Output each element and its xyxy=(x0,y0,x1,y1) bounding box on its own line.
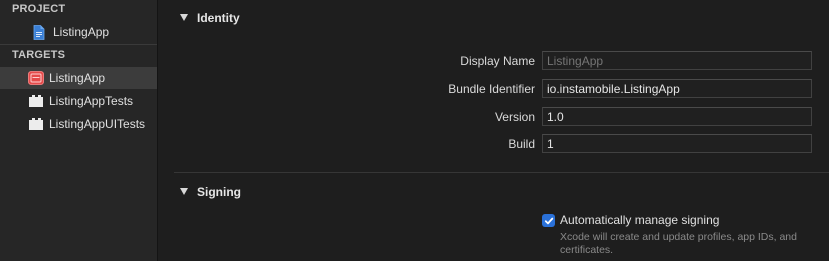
project-file-icon xyxy=(32,25,48,40)
sidebar-item-project[interactable]: ListingApp xyxy=(0,21,157,43)
app-target-icon xyxy=(28,71,44,85)
sidebar-item-listingapptests-label: ListingAppTests xyxy=(49,94,134,108)
build-label: Build xyxy=(508,137,535,151)
targets-sidebar: PROJECT ListingApp TARGETS ListingApp Li… xyxy=(0,0,158,261)
auto-manage-signing-description: Xcode will create and update profiles, a… xyxy=(560,231,797,256)
version-label: Version xyxy=(494,110,535,124)
test-bundle-icon xyxy=(28,94,44,108)
disclosure-triangle-icon[interactable] xyxy=(180,14,188,21)
test-bundle-icon xyxy=(28,117,44,131)
disclosure-triangle-icon[interactable] xyxy=(180,188,188,195)
display-name-label: Display Name xyxy=(460,54,535,68)
signing-section-title: Signing xyxy=(197,185,241,199)
sidebar-item-listingappuitests[interactable]: ListingAppUITests xyxy=(0,113,157,135)
section-divider xyxy=(0,44,157,45)
display-name-field[interactable] xyxy=(542,51,812,70)
build-field[interactable] xyxy=(542,134,812,153)
sidebar-item-project-label: ListingApp xyxy=(53,25,110,39)
sidebar-item-listingapptests[interactable]: ListingAppTests xyxy=(0,90,157,112)
project-section-header: PROJECT xyxy=(12,3,66,15)
sidebar-item-listingapp-label: ListingApp xyxy=(49,71,106,85)
identity-section-title: Identity xyxy=(197,11,240,25)
general-settings-panel: Identity Display Name Bundle Identifier … xyxy=(158,0,829,261)
version-field[interactable] xyxy=(542,107,812,126)
section-separator xyxy=(174,172,829,173)
auto-manage-signing-checkbox[interactable] xyxy=(542,214,555,227)
sidebar-item-listingapp[interactable]: ListingApp xyxy=(0,67,157,89)
sidebar-item-listingappuitests-label: ListingAppUITests xyxy=(49,117,146,131)
bundle-identifier-field[interactable] xyxy=(542,79,812,98)
targets-section-header: TARGETS xyxy=(12,49,66,61)
bundle-identifier-label: Bundle Identifier xyxy=(448,82,535,96)
auto-manage-signing-label[interactable]: Automatically manage signing xyxy=(560,213,719,227)
checkmark-icon xyxy=(544,217,553,224)
